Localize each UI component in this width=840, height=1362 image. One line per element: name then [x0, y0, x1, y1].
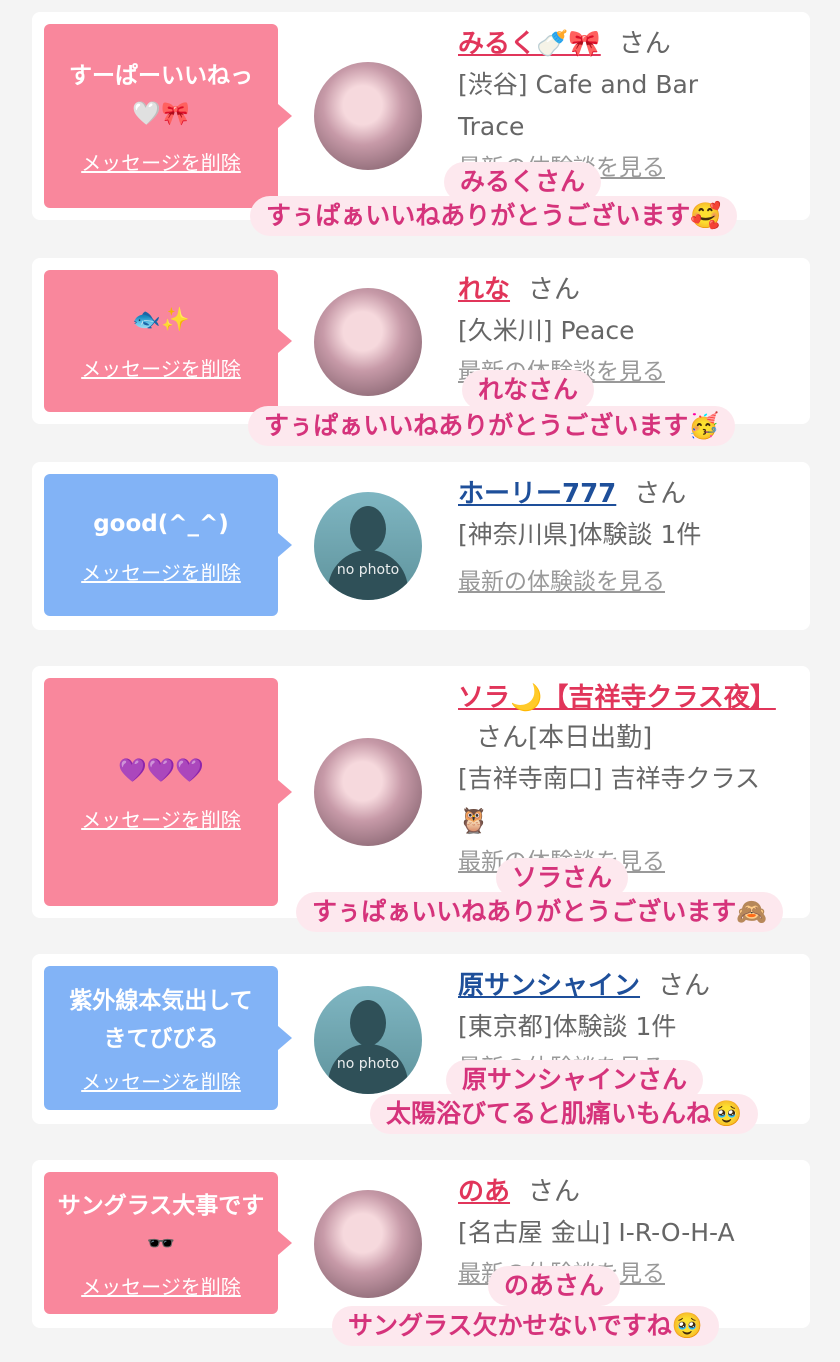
message-bubble: サングラス大事です🕶️ メッセージを削除: [44, 1172, 292, 1314]
user-name-link[interactable]: ホーリー777: [458, 479, 616, 509]
message-card: 💜💜💜 メッセージを削除 ソラ🌙【吉祥寺クラス夜】さん[本日出勤] [吉祥寺南口…: [32, 666, 810, 918]
shop-info: [渋谷] Cafe and Bar Trace: [458, 70, 699, 141]
avatar[interactable]: [314, 288, 422, 396]
caption-name: れなさん: [462, 370, 595, 410]
message-text: サングラス大事です🕶️: [57, 1192, 265, 1257]
caption-text: すぅぱぁいいねありがとうございます🥰: [250, 196, 738, 236]
honorific: さん: [634, 479, 687, 509]
delete-message-link[interactable]: メッセージを削除: [81, 1271, 241, 1300]
delete-message-link[interactable]: メッセージを削除: [81, 804, 241, 833]
caption-text: すぅぱぁいいねありがとうございます🙈: [296, 892, 784, 932]
user-name-link[interactable]: みるく🍼🎀: [458, 29, 601, 59]
delete-message-link[interactable]: メッセージを削除: [81, 353, 241, 382]
shop-info: [東京都]体験談 1件: [458, 1012, 677, 1041]
latest-review-link[interactable]: 最新の体験談を見る: [458, 562, 800, 596]
caption-name: のあさん: [488, 1266, 621, 1306]
message-text: 紫外線本気出してきてびびる: [69, 987, 253, 1052]
message-card: サングラス大事です🕶️ メッセージを削除 のあ さん [名古屋 金山] I-R-O…: [32, 1160, 810, 1328]
delete-message-link[interactable]: メッセージを削除: [81, 1066, 241, 1095]
avatar[interactable]: [314, 62, 422, 170]
no-photo-label: no photo: [336, 562, 400, 578]
message-text: すーぱーいいねっ🤍🎀: [69, 62, 253, 127]
user-name-link[interactable]: ソラ🌙【吉祥寺クラス夜】: [458, 683, 776, 713]
message-bubble: すーぱーいいねっ🤍🎀 メッセージを削除: [44, 24, 292, 208]
message-bubble: 💜💜💜 メッセージを削除: [44, 678, 292, 906]
shop-info: [吉祥寺南口] 吉祥寺クラス🦉: [458, 764, 760, 835]
message-bubble: 🐟✨ メッセージを削除: [44, 270, 292, 412]
honorific: さん: [618, 29, 671, 59]
honorific: さん: [528, 1177, 581, 1207]
shop-info: [名古屋 金山] I-R-O-H-A: [458, 1218, 735, 1247]
shop-info: [神奈川県]体験談 1件: [458, 520, 702, 549]
avatar[interactable]: [314, 738, 422, 846]
message-text: 🐟✨: [132, 306, 190, 333]
honorific: さん: [658, 971, 711, 1001]
delete-message-link[interactable]: メッセージを削除: [81, 557, 241, 586]
caption-text: すぅぱぁいいねありがとうございます🥳: [248, 406, 736, 446]
message-bubble: good(^_^) メッセージを削除: [44, 474, 292, 616]
message-text: good(^_^): [93, 510, 229, 537]
shop-info: [久米川] Peace: [458, 316, 635, 345]
no-photo-label: no photo: [336, 1056, 400, 1072]
honorific: さん: [528, 275, 581, 305]
avatar[interactable]: no photo: [314, 492, 422, 600]
message-card: すーぱーいいねっ🤍🎀 メッセージを削除 みるく🍼🎀 さん [渋谷] Cafe an…: [32, 12, 810, 220]
honorific: さん[本日出勤]: [476, 723, 653, 753]
message-card: 🐟✨ メッセージを削除 れなさん [久米川] Peace 最新の体験談を見る: [32, 258, 810, 424]
user-name-link[interactable]: 原サンシャイン: [458, 971, 640, 1001]
caption-text: サングラス欠かせないですね🥹: [332, 1306, 719, 1346]
delete-message-link[interactable]: メッセージを削除: [81, 147, 241, 176]
avatar[interactable]: [314, 1190, 422, 1298]
user-name-link[interactable]: れな: [458, 275, 510, 305]
message-bubble: 紫外線本気出してきてびびる メッセージを削除: [44, 966, 292, 1110]
message-card: good(^_^) メッセージを削除 no photo ホーリー777 さん [神…: [32, 462, 810, 630]
user-name-link[interactable]: のあ: [458, 1177, 510, 1207]
message-text: 💜💜💜: [118, 757, 204, 784]
avatar[interactable]: no photo: [314, 986, 422, 1094]
caption-text: 太陽浴びてると肌痛いもんね🥹: [370, 1094, 759, 1134]
